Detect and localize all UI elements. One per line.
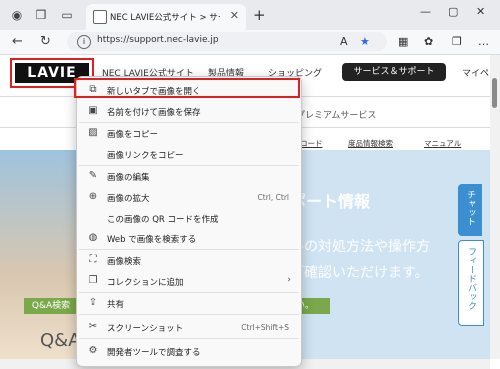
menu-copy-image-link[interactable]: 画像リンクをコピー [79,144,299,164]
workspaces-icon[interactable]: ❒ [34,8,48,22]
scrollbar-thumb[interactable] [492,78,497,108]
read-aloud-icon[interactable]: A [340,35,348,48]
menu-item-label: 名前を付けて画像を保存 [107,108,201,118]
chat-label: チャット [465,190,475,226]
refresh-icon[interactable]: ↻ [40,34,51,49]
web-search-icon: ◍ [88,232,98,243]
menu-item-label: 開発者ツールで調査する [107,348,201,358]
collections-icon: ❐ [88,275,98,286]
maximize-button[interactable]: ▢ [448,5,458,18]
menu-divider [79,338,299,339]
menu-item-label: コレクションに追加 [107,278,184,288]
menu-search-web[interactable]: ◍ Web で画像を検索する [79,228,299,248]
url-text: https://support.nec-lavie.jp [97,35,219,45]
menu-save-image-as[interactable]: ▣ 名前を付けて画像を保存 [79,101,299,121]
menu-item-label: この画像の QR コードを作成 [107,215,219,225]
feedback-side-button[interactable]: フィードバック [458,240,484,326]
menu-item-label: 画像の編集 [107,173,150,183]
menu-edit-image[interactable]: ✎ 画像の編集 [79,166,299,186]
menu-item-label: 画像リンクをコピー [107,151,184,161]
sub-nav-premium[interactable]: プレミアムサービス [296,108,376,121]
browser-toolbar: ← ↻ i https://support.nec-lavie.jp A ★ ▦… [0,30,500,55]
nav-mypage[interactable]: マイペ [462,66,489,79]
tab-title: NEC LAVIE公式サイト > サービス＆サ [110,13,220,23]
menu-item-label: 画像の拡大 [107,194,150,204]
qa-search-badge[interactable]: Q&A検索 [24,298,78,314]
menu-share[interactable]: ⇪ 共有 [79,293,299,313]
menu-shortcut: Ctrl+Shift+S [241,323,289,332]
favorite-star-icon[interactable]: ★ [360,35,370,48]
back-icon[interactable]: ← [12,34,23,49]
menu-copy-image[interactable]: ▨ 画像をコピー [79,123,299,143]
menu-add-collection[interactable]: ❐ コレクションに追加 › [79,271,299,291]
menu-item-label: 画像をコピー [107,130,159,140]
sub-link-download[interactable]: ロード [300,138,323,149]
qa-heading: Q&A [40,330,81,351]
menu-item-label: 画像検索 [107,257,142,267]
context-menu: ⧉ 新しいタブで画像を開く ▣ 名前を付けて画像を保存 ▨ 画像をコピー 画像リ… [76,76,302,367]
menu-shortcut: Ctrl, Ctrl [257,193,289,202]
sub-link-manual[interactable]: マニュアル [424,138,461,149]
new-tab-button[interactable]: + [253,6,266,24]
menu-devtools[interactable]: ⚙ 開発者ツールで調査する [79,341,299,361]
close-window-button[interactable]: ✕ [476,5,485,18]
share-icon: ⇪ [88,297,98,308]
hero-title: ポート情報 [290,192,371,211]
menu-divider [79,314,299,315]
screenshot-icon: ✂ [88,321,98,332]
menu-item-label: Web で画像を検索する [107,235,197,245]
highlight-box [74,78,300,98]
hero-text-line2: ご確認いただけます。 [290,265,429,281]
feedback-label: フィードバック [466,247,476,310]
menu-screenshot[interactable]: ✂ スクリーンショット Ctrl+Shift+S [79,317,299,337]
save-icon: ▣ [88,105,98,116]
extensions-icon[interactable]: ✿ [424,35,433,48]
profile-icon[interactable]: ◉ [10,8,24,22]
menu-item-label: 共有 [107,300,125,310]
copy-image-icon: ▨ [88,127,98,138]
collections-toolbar-icon[interactable]: ❐ [452,35,462,48]
zoom-icon: ⊕ [88,191,98,202]
hero-text-line1: ルの対処方法や操作方 [290,239,430,255]
menu-item-label: スクリーンショット [107,324,184,334]
close-tab-icon[interactable]: ✕ [230,9,239,22]
minimize-button[interactable]: — [420,5,431,18]
split-screen-icon[interactable]: ▦ [398,35,408,48]
nav-support[interactable]: サービス＆サポート [342,63,446,81]
favicon-icon [93,10,107,24]
active-tab[interactable]: NEC LAVIE公式サイト > サービス＆サ ✕ [86,4,246,30]
menu-zoom-image[interactable]: ⊕ 画像の拡大 Ctrl, Ctrl [79,187,299,207]
visual-search-icon: ⛶ [89,254,97,265]
submenu-arrow-icon: › [287,275,291,285]
address-bar[interactable]: i https://support.nec-lavie.jp [67,32,387,51]
menu-visual-search[interactable]: ⛶ 画像検索 [79,250,299,270]
menu-create-qr[interactable]: この画像の QR コードを作成 [79,208,299,228]
chat-side-button[interactable]: チャット [458,184,482,236]
devtools-icon: ⚙ [88,345,98,356]
tab-actions-icon[interactable]: ▭ [60,8,74,22]
edit-image-icon: ✎ [88,170,98,181]
sub-link-product-search[interactable]: 度品情報検索 [348,138,393,149]
menu-icon[interactable]: … [478,35,489,48]
site-info-icon[interactable]: i [77,35,91,49]
